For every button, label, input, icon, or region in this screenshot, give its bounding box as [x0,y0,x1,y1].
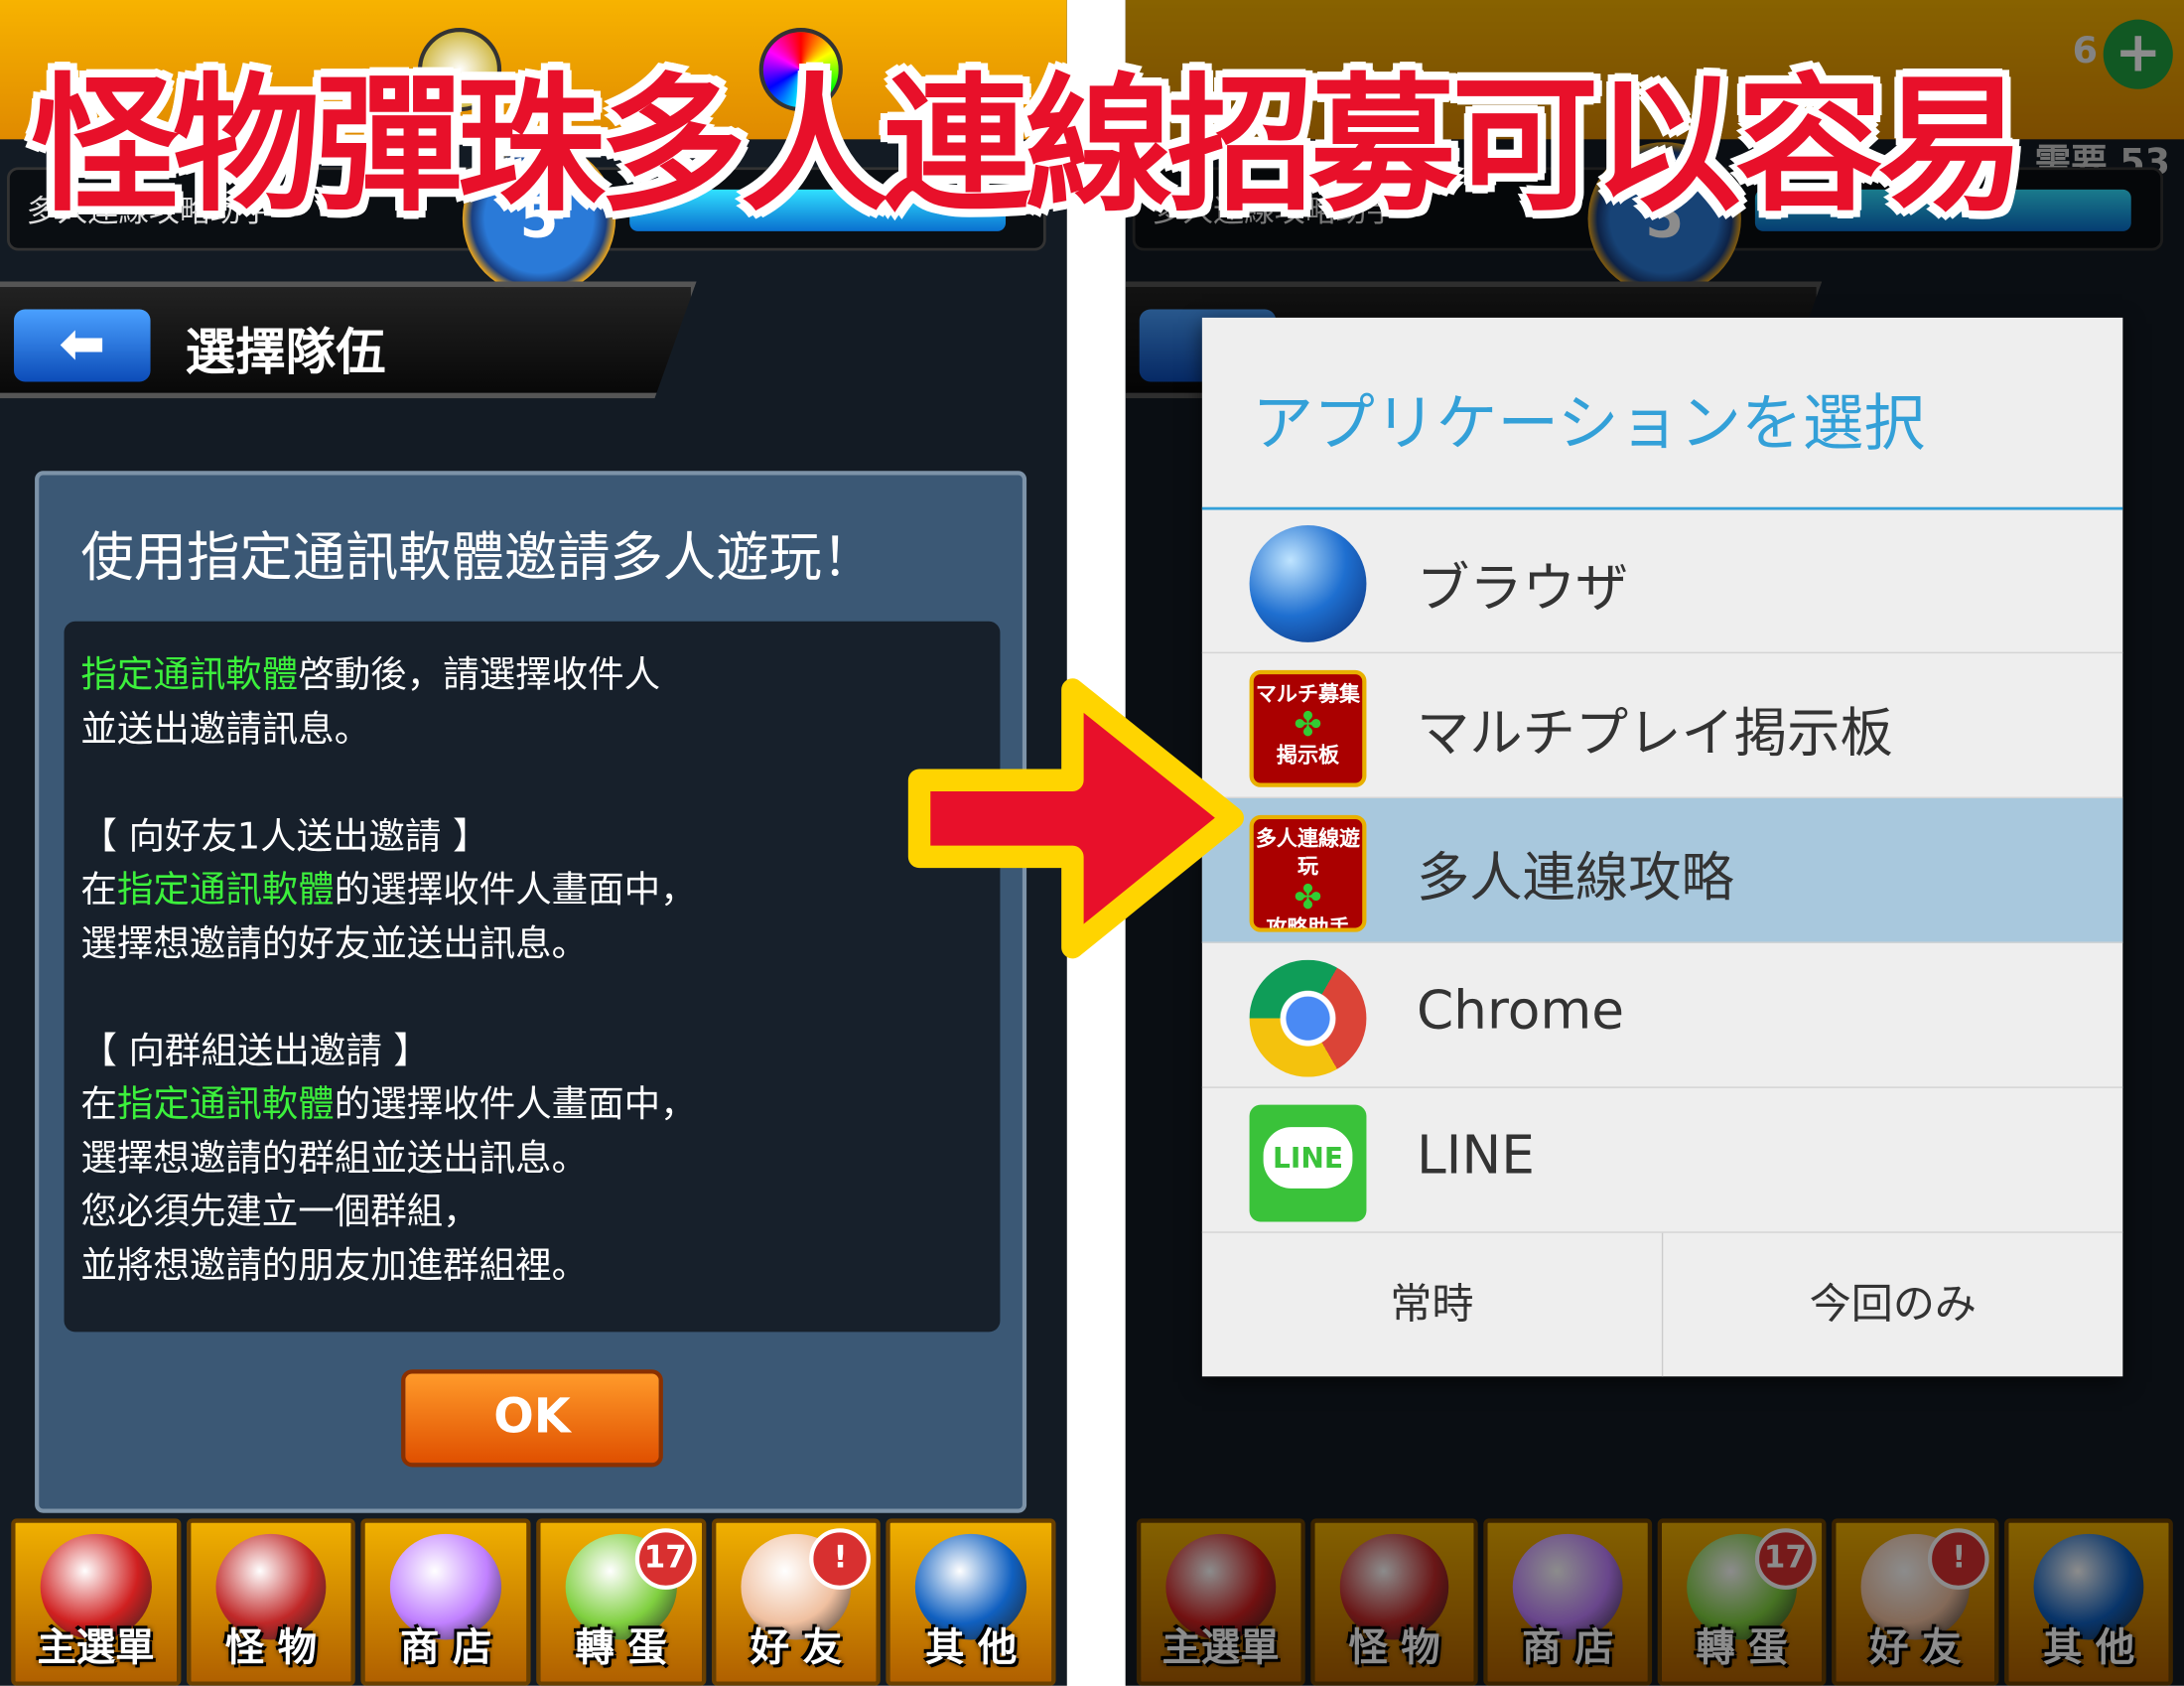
app-label: LINE [1416,1124,1535,1187]
app-option[interactable]: Chrome [1201,943,2123,1088]
nav-tab[interactable]: 主選單 [11,1518,181,1686]
body-text: 在 [80,1083,117,1126]
always-button[interactable]: 常時 [1202,1232,1664,1377]
just-once-button[interactable]: 今回のみ [1663,1233,2122,1377]
dialog-line: 【 向好友1人送出邀請 】 [80,810,983,864]
highlight-text: 指定通訊軟體 [116,869,335,912]
nav-tab-label: 主選單 [37,1624,155,1671]
dialog-line: 【 向群組送出邀請 】 [80,1025,983,1078]
dialog-line: 選擇想邀請的好友並送出訊息。 [80,917,983,971]
highlight-text: 指定通訊軟體 [80,654,299,697]
chrome-icon [1249,959,1367,1077]
app-label: ブラウザ [1416,557,1629,619]
app-label: マルチプレイ掲示板 [1416,702,1893,764]
back-button[interactable]: ⬅ [14,309,151,382]
dialog-line: 指定通訊軟體啓動後，請選擇收件人 [80,649,983,703]
dialog-body: 指定通訊軟體啓動後，請選擇收件人 並送出邀請訊息。【 向好友1人送出邀請 】在指定… [64,621,1001,1333]
headline: 怪物彈珠多人連線招募可以容易 [30,60,2025,231]
nav-tab[interactable]: 17 轉 蛋 [536,1518,706,1686]
dialog-line: 並將想邀請的朋友加進群組裡。 [80,1239,983,1293]
body-text: 的選擇收件人畫面中， [334,1083,697,1126]
body-text: 並將想邀請的朋友加進群組裡。 [80,1244,589,1287]
notification-badge: ! [809,1528,872,1590]
dialog-line: 您必須先建立一個群組， [80,1186,983,1239]
screen-header: ⬅ 選擇隊伍 [0,281,697,399]
nav-tab-label: 好 友 [750,1624,843,1671]
body-text: 並送出邀請訊息。 [80,708,371,751]
globe-icon [1249,524,1367,642]
notification-badge: 17 [634,1528,697,1590]
multiplayer-helper-app-icon: 多人連線遊玩 ✤ 攻略助手 [1249,814,1367,932]
nav-tab-label: 商 店 [400,1624,492,1671]
dialog-line: 在指定通訊軟體的選擇收件人畫面中， [80,864,983,917]
ok-button[interactable]: OK [401,1369,663,1468]
nav-tab[interactable]: 怪 物 [186,1518,356,1686]
body-text: 【 向群組送出邀請 】 [80,1030,430,1072]
nav-tab-label: 怪 物 [224,1624,318,1671]
app-option[interactable]: ブラウザ [1201,508,2123,654]
app-option[interactable]: マルチ募集 ✤ 掲示板 マルチプレイ掲示板 [1201,653,2123,798]
header-title: 選擇隊伍 [185,324,386,382]
line-icon: LINE [1249,1104,1367,1222]
app-label: Chrome [1416,979,1625,1042]
body-text: 的選擇收件人畫面中， [334,869,697,912]
dialog-line [80,971,983,1025]
arrow-left-icon: ⬅ [59,312,106,376]
body-text: 【 向好友1人送出邀請 】 [80,815,489,858]
app-label: 多人連線攻略 [1416,847,1734,909]
dialog-line: 並送出邀請訊息。 [80,703,983,757]
app-chooser-dialog: アプリケーションを選択 ブラウザ マルチ募集 ✤ 掲示板 マルチプレイ掲示板 多人連線遊玩… [1201,317,2123,1377]
nav-tab[interactable]: ! 好 友 [711,1518,882,1686]
body-text: 選擇想邀請的群組並送出訊息。 [80,1137,589,1180]
bottom-nav: 主選單 怪 物 商 店 17 轉 蛋! 好 友 其 他 [0,1518,1067,1686]
body-text: 啓動後，請選擇收件人 [298,654,661,697]
body-text: 選擇想邀請的好友並送出訊息。 [80,922,589,965]
body-text: 您必須先建立一個群組， [80,1191,479,1233]
chooser-title: アプリケーションを選択 [1252,388,1926,461]
highlight-text: 指定通訊軟體 [116,1083,335,1126]
app-option[interactable]: 多人連線遊玩 ✤ 攻略助手 多人連線攻略 [1201,797,2123,943]
nav-tab[interactable]: 商 店 [360,1518,531,1686]
dialog-line [80,757,983,810]
nav-tab[interactable]: 其 他 [886,1518,1056,1686]
nav-tab-label: 轉 蛋 [575,1624,667,1671]
dialog-line: 選擇想邀請的群組並送出訊息。 [80,1132,983,1186]
dialog-title: 使用指定通訊軟體邀請多人遊玩！ [80,526,876,589]
app-option[interactable]: LINE LINE [1201,1088,2123,1233]
nav-tab-label: 其 他 [925,1624,1018,1671]
dialog-line: 在指定通訊軟體的選擇收件人畫面中， [80,1078,983,1132]
multiplay-board-app-icon: マルチ募集 ✤ 掲示板 [1249,669,1367,787]
invite-dialog: 使用指定通訊軟體邀請多人遊玩！ 指定通訊軟體啓動後，請選擇收件人 並送出邀請訊息。… [35,471,1027,1513]
body-text: 在 [80,869,117,912]
arrow-right-icon [907,678,1244,959]
